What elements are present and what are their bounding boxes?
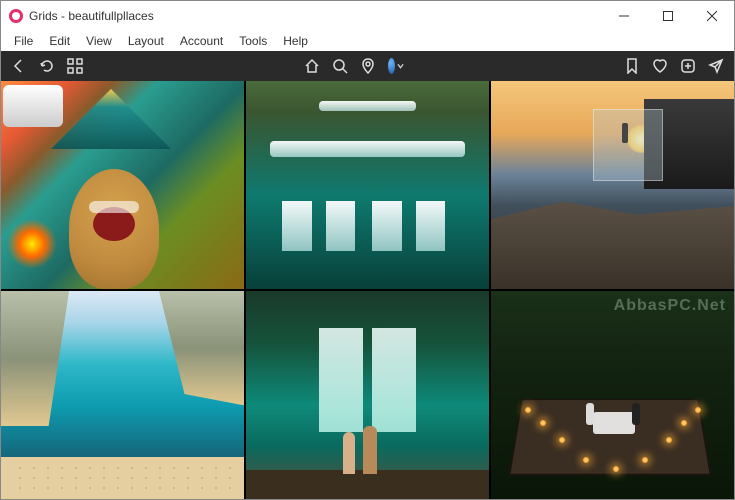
globe-icon bbox=[388, 58, 395, 74]
refresh-button[interactable] bbox=[39, 58, 55, 74]
app-name-text: Grids bbox=[29, 9, 58, 23]
menu-tools[interactable]: Tools bbox=[232, 32, 274, 50]
grid-view-button[interactable] bbox=[67, 58, 83, 74]
bookmark-button[interactable] bbox=[624, 58, 640, 74]
menu-account[interactable]: Account bbox=[173, 32, 230, 50]
direct-messages-button[interactable] bbox=[708, 58, 724, 74]
post-thumbnail[interactable] bbox=[1, 81, 244, 289]
likes-button[interactable] bbox=[652, 58, 668, 74]
menu-layout[interactable]: Layout bbox=[121, 32, 171, 50]
menu-view[interactable]: View bbox=[79, 32, 119, 50]
menubar: File Edit View Layout Account Tools Help bbox=[1, 31, 734, 51]
titlebar: Grids - beautifullpllaces bbox=[1, 1, 734, 31]
watermark-text: AbbasPC.Net bbox=[614, 297, 726, 315]
post-grid: AbbasPC.Net bbox=[1, 81, 734, 499]
maximize-button[interactable] bbox=[646, 1, 690, 31]
close-button[interactable] bbox=[690, 1, 734, 31]
explore-dropdown[interactable] bbox=[388, 58, 404, 74]
toolbar bbox=[1, 51, 734, 81]
profile-name-text: beautifullpllaces bbox=[68, 9, 153, 23]
post-thumbnail[interactable]: AbbasPC.Net bbox=[491, 291, 734, 499]
menu-file[interactable]: File bbox=[7, 32, 40, 50]
search-button[interactable] bbox=[332, 58, 348, 74]
post-thumbnail[interactable] bbox=[491, 81, 734, 289]
back-button[interactable] bbox=[11, 58, 27, 74]
post-thumbnail[interactable] bbox=[246, 291, 489, 499]
menu-edit[interactable]: Edit bbox=[42, 32, 77, 50]
post-thumbnail[interactable] bbox=[246, 81, 489, 289]
menu-help[interactable]: Help bbox=[276, 32, 315, 50]
minimize-button[interactable] bbox=[602, 1, 646, 31]
window-title: Grids - beautifullpllaces bbox=[29, 9, 154, 23]
chevron-down-icon bbox=[397, 58, 404, 74]
home-button[interactable] bbox=[304, 58, 320, 74]
location-button[interactable] bbox=[360, 58, 376, 74]
new-post-button[interactable] bbox=[680, 58, 696, 74]
app-icon bbox=[9, 9, 23, 23]
post-thumbnail[interactable] bbox=[1, 291, 244, 499]
